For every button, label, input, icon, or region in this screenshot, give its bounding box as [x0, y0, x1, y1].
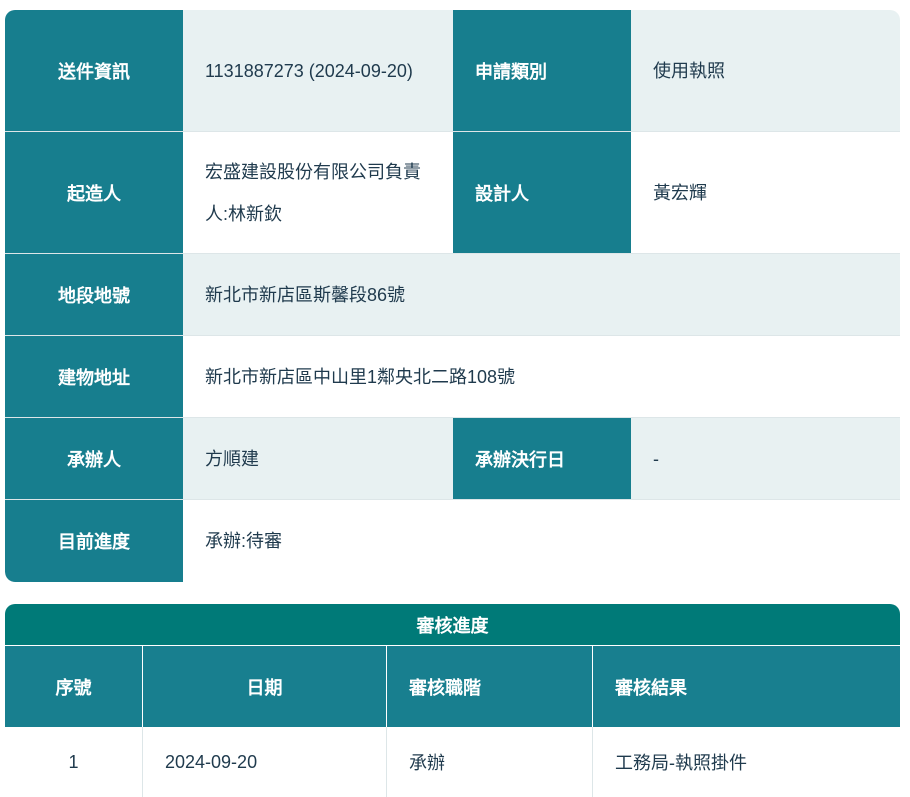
submission-value: 1131887273 (2024-09-20) [205, 60, 413, 81]
cell-date: 2024-09-20 [143, 727, 387, 797]
header-date: 日期 [143, 646, 387, 727]
header-level: 審核職階 [387, 646, 593, 727]
cell-seq: 1 [5, 727, 143, 797]
row-handler: 承辦人 方順建 承辦決行日 - [5, 418, 900, 500]
designer-label: 設計人 [453, 132, 631, 253]
review-progress-table: 審核進度 序號 日期 審核職階 審核結果 1 2024-09-20 承辦 工務局… [5, 604, 900, 797]
lot-value: 新北市新店區斯馨段86號 [205, 284, 406, 305]
row-progress: 目前進度 承辦:待審 [5, 500, 900, 582]
apply-type-value: 使用執照 [653, 60, 725, 81]
lot-label: 地段地號 [5, 254, 183, 335]
apply-type-label: 申請類別 [453, 10, 631, 131]
review-title: 審核進度 [5, 604, 900, 646]
cell-level: 承辦 [387, 727, 593, 797]
address-label: 建物地址 [5, 336, 183, 417]
row-builder: 起造人 宏盛建設股份有限公司負責人:林新欽 設計人 黃宏輝 [5, 132, 900, 254]
builder-label: 起造人 [5, 132, 183, 253]
submission-label: 送件資訊 [5, 10, 183, 131]
header-result: 審核結果 [615, 677, 687, 698]
row-lot: 地段地號 新北市新店區斯馨段86號 [5, 254, 900, 336]
handler-value: 方順建 [205, 448, 259, 469]
progress-label: 目前進度 [5, 500, 183, 582]
progress-value: 承辦:待審 [205, 531, 283, 551]
permit-info-table: 送件資訊 1131887273 (2024-09-20) 申請類別 使用執照 起… [5, 10, 900, 582]
decision-date-value: - [653, 448, 659, 469]
decision-date-label: 承辦決行日 [453, 418, 631, 499]
header-seq: 序號 [5, 646, 143, 727]
builder-value: 宏盛建設股份有限公司負責人:林新欽 [205, 161, 421, 224]
designer-value: 黃宏輝 [653, 182, 707, 203]
handler-label: 承辦人 [5, 418, 183, 499]
address-value: 新北市新店區中山里1鄰央北二路108號 [205, 366, 516, 387]
table-row: 1 2024-09-20 承辦 工務局-執照掛件 [5, 727, 900, 797]
review-header-row: 序號 日期 審核職階 審核結果 [5, 646, 900, 727]
cell-result: 工務局-執照掛件 [615, 753, 747, 773]
row-address: 建物地址 新北市新店區中山里1鄰央北二路108號 [5, 336, 900, 418]
row-submission: 送件資訊 1131887273 (2024-09-20) 申請類別 使用執照 [5, 10, 900, 132]
